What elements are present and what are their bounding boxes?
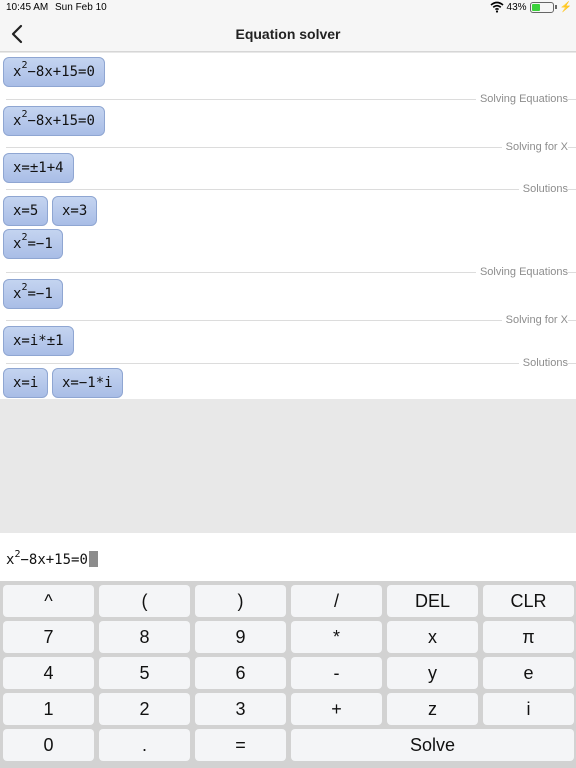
solution-chip[interactable]: x=5 bbox=[3, 196, 49, 226]
key-y[interactable]: y bbox=[387, 657, 478, 689]
key-7[interactable]: 7 bbox=[3, 621, 94, 653]
charging-bolt-icon: ⚡ bbox=[559, 1, 572, 13]
key-minus[interactable]: - bbox=[291, 657, 382, 689]
key-9[interactable]: 9 bbox=[195, 621, 286, 653]
key-divide[interactable]: / bbox=[291, 585, 382, 617]
step-label: Solutions bbox=[518, 357, 568, 369]
equation-chip[interactable]: x 2 =−1 bbox=[3, 229, 63, 259]
wifi-icon bbox=[490, 1, 504, 13]
step-label: Solving Equations bbox=[475, 266, 568, 278]
solution-history: x 2 −8x+15=0 Solving Equations x 2 −8x+15=0 … bbox=[0, 53, 576, 399]
key-3[interactable]: 3 bbox=[195, 693, 286, 725]
equation-input-text: x2−8x+15=0 bbox=[6, 549, 98, 568]
divider bbox=[6, 363, 576, 364]
page-title: Equation solver bbox=[235, 26, 341, 42]
divider bbox=[6, 189, 576, 190]
key-4[interactable]: 4 bbox=[3, 657, 94, 689]
divider bbox=[6, 147, 576, 148]
key-pi[interactable]: π bbox=[483, 621, 574, 653]
equation-chip[interactable]: x 2 −8x+15=0 bbox=[3, 106, 105, 136]
equation-chip[interactable]: x=±1+4 bbox=[3, 153, 74, 183]
divider bbox=[6, 320, 576, 321]
key-x[interactable]: x bbox=[387, 621, 478, 653]
equation-chip[interactable]: x=i*±1 bbox=[3, 326, 74, 356]
key-decimal-point[interactable]: . bbox=[99, 729, 190, 761]
equation-input[interactable]: x2−8x+15=0 bbox=[0, 533, 576, 581]
key-plus[interactable]: + bbox=[291, 693, 382, 725]
key-z[interactable]: z bbox=[387, 693, 478, 725]
status-indicators: 43% ⚡ bbox=[490, 1, 572, 13]
battery-percent: 43% bbox=[506, 1, 527, 13]
status-bar: 10:45 AM Sun Feb 10 43% ⚡ bbox=[0, 0, 576, 16]
key-i[interactable]: i bbox=[483, 693, 574, 725]
step-label: Solutions bbox=[518, 183, 568, 195]
key-clr[interactable]: CLR bbox=[483, 585, 574, 617]
key-8[interactable]: 8 bbox=[99, 621, 190, 653]
solution-chip[interactable]: x=i bbox=[3, 368, 49, 398]
keypad: ^() / DEL CLR 7 8 9 * x π 4 5 6- y e 1 2 3 + z i 0. = Solve bbox=[0, 581, 576, 768]
status-time: 10:45 AM bbox=[6, 2, 49, 13]
equation-chip[interactable]: x 2 =−1 bbox=[3, 279, 63, 309]
key-e[interactable]: e bbox=[483, 657, 574, 689]
key-0[interactable]: 0 bbox=[3, 729, 94, 761]
navigation-bar: Equation solver bbox=[0, 16, 576, 52]
equation-chip[interactable]: x 2 −8x+15=0 bbox=[3, 57, 105, 87]
solution-chip[interactable]: x=−1*i bbox=[52, 368, 123, 398]
text-cursor bbox=[88, 551, 98, 567]
step-label: Solving for X bbox=[501, 141, 568, 153]
step-label: Solving for X bbox=[501, 314, 568, 326]
key-6[interactable]: 6 bbox=[195, 657, 286, 689]
key-del[interactable]: DEL bbox=[387, 585, 478, 617]
status-date: Sun Feb 10 bbox=[55, 2, 107, 13]
key-open-paren[interactable]: ( bbox=[99, 585, 190, 617]
key-multiply[interactable]: * bbox=[291, 621, 382, 653]
key-2[interactable]: 2 bbox=[99, 693, 190, 725]
key-caret[interactable]: ^ bbox=[3, 585, 94, 617]
battery-icon bbox=[529, 1, 554, 13]
key-close-paren[interactable]: ) bbox=[195, 585, 286, 617]
key-5[interactable]: 5 bbox=[99, 657, 190, 689]
solution-chip[interactable]: x=3 bbox=[52, 196, 98, 226]
key-solve[interactable]: Solve bbox=[291, 729, 574, 761]
key-1[interactable]: 1 bbox=[3, 693, 94, 725]
key-equals[interactable]: = bbox=[195, 729, 286, 761]
step-label: Solving Equations bbox=[475, 93, 568, 105]
